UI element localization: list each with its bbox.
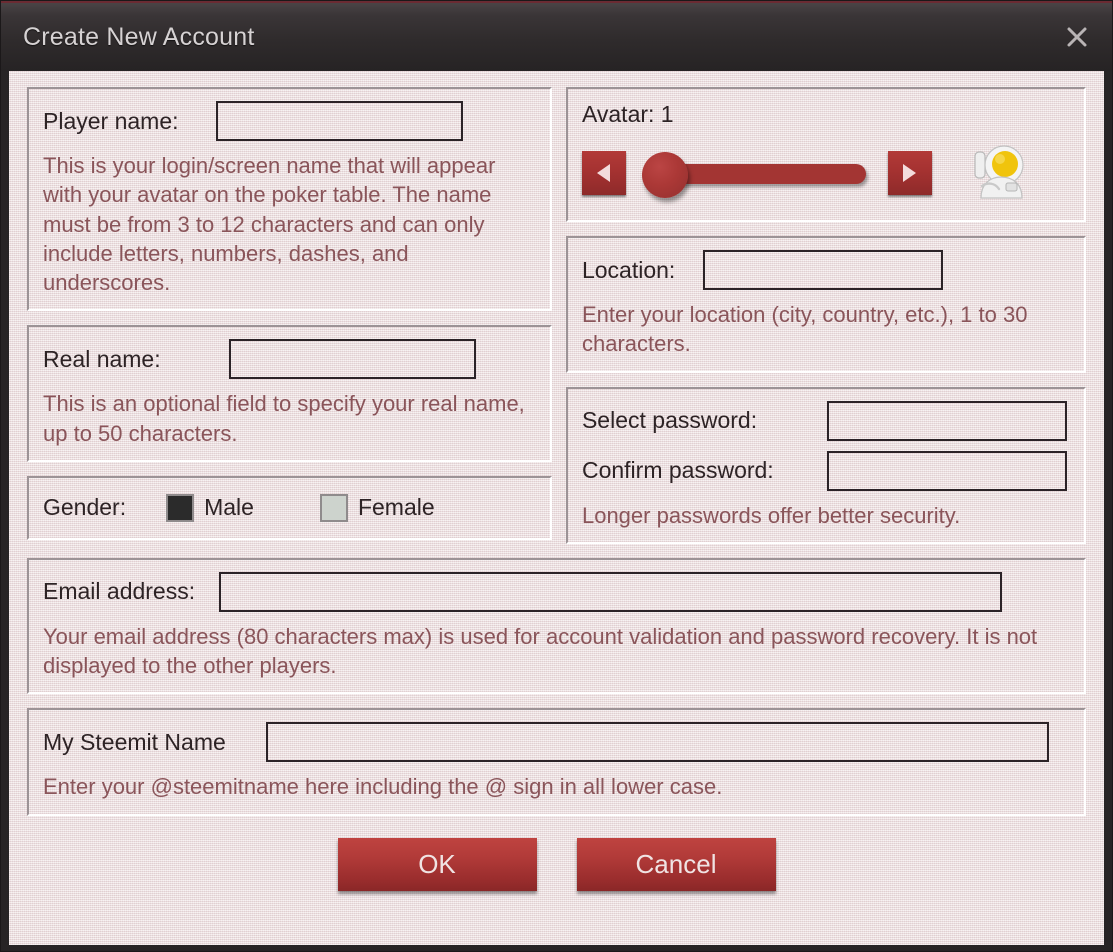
gender-panel: Gender: Male Female	[27, 475, 552, 540]
real-name-row: Real name:	[43, 339, 536, 380]
dialog-body: Player name: This is your login/screen n…	[9, 71, 1104, 945]
confirm-password-label: Confirm password:	[581, 457, 774, 483]
player-name-label: Player name:	[43, 107, 179, 134]
confirm-password-row: Confirm password:	[581, 450, 1070, 491]
player-name-panel: Player name: This is your login/screen n…	[27, 87, 552, 312]
gender-male-label: Male	[204, 494, 254, 521]
real-name-label: Real name:	[43, 345, 161, 372]
dialog-footer: OK Cancel	[27, 837, 1086, 891]
triangle-right-icon	[903, 164, 917, 182]
avatar-panel: Avatar: 1	[565, 87, 1086, 222]
avatar-slider-handle[interactable]	[641, 152, 688, 198]
gender-label: Gender:	[43, 494, 127, 521]
left-column: Player name: This is your login/screen n…	[27, 87, 552, 544]
confirm-password-input[interactable]	[826, 450, 1067, 491]
avatar-next-button[interactable]	[887, 151, 932, 195]
player-name-help: This is your login/screen name that will…	[43, 153, 496, 295]
avatar-prev-button[interactable]	[581, 151, 626, 195]
gender-female-label: Female	[357, 494, 435, 521]
email-row: Email address:	[43, 571, 1070, 612]
right-column: Avatar: 1 Location: Enter your location …	[565, 87, 1086, 544]
checkbox-unchecked-icon[interactable]	[319, 493, 348, 522]
password-help: Longer passwords offer better security.	[581, 502, 961, 528]
location-label: Location:	[581, 256, 676, 283]
player-name-input[interactable]	[215, 101, 463, 141]
location-panel: Location: Enter your location (city, cou…	[565, 236, 1086, 373]
email-input[interactable]	[219, 571, 1003, 612]
real-name-input[interactable]	[228, 339, 476, 380]
real-name-panel: Real name: This is an optional field to …	[27, 325, 552, 462]
close-icon[interactable]	[1060, 20, 1094, 54]
steemit-name-panel: My Steemit Name Enter your @steemitname …	[27, 708, 1086, 816]
select-password-row: Select password:	[581, 400, 1070, 441]
player-name-row: Player name:	[43, 101, 536, 141]
astronaut-avatar-icon	[968, 142, 1030, 204]
create-account-dialog: Create New Account Player name: This is …	[0, 0, 1113, 952]
cancel-button[interactable]: Cancel	[576, 837, 776, 891]
steemit-name-help: Enter your @steemitname here including t…	[43, 774, 723, 800]
checkbox-checked-icon[interactable]	[166, 493, 195, 522]
email-panel: Email address: Your email address (80 ch…	[27, 557, 1086, 695]
gender-row: Gender: Male Female	[43, 493, 536, 522]
gender-female-option[interactable]: Female	[319, 493, 435, 522]
avatar-slider[interactable]	[641, 151, 872, 198]
real-name-help: This is an optional field to specify you…	[43, 391, 525, 446]
title-bar[interactable]: Create New Account	[1, 1, 1112, 71]
location-input[interactable]	[703, 250, 944, 290]
select-password-input[interactable]	[826, 400, 1067, 441]
dialog-title: Create New Account	[23, 22, 255, 51]
steemit-name-input[interactable]	[265, 722, 1049, 763]
email-help: Your email address (80 characters max) i…	[43, 623, 1038, 678]
location-help: Enter your location (city, country, etc.…	[581, 302, 1028, 357]
gender-male-option[interactable]: Male	[166, 493, 254, 522]
select-password-label: Select password:	[581, 407, 758, 433]
avatar-caption: Avatar: 1	[581, 101, 674, 127]
password-panel: Select password: Confirm password: Longe…	[565, 386, 1086, 544]
ok-button[interactable]: OK	[337, 837, 537, 891]
steemit-name-label: My Steemit Name	[43, 728, 226, 755]
location-row: Location:	[582, 250, 1070, 290]
email-label: Email address:	[43, 578, 196, 605]
form-columns: Player name: This is your login/screen n…	[27, 87, 1086, 544]
triangle-left-icon	[597, 164, 611, 182]
avatar-controls	[581, 142, 1070, 204]
steemit-name-row: My Steemit Name	[43, 722, 1070, 763]
